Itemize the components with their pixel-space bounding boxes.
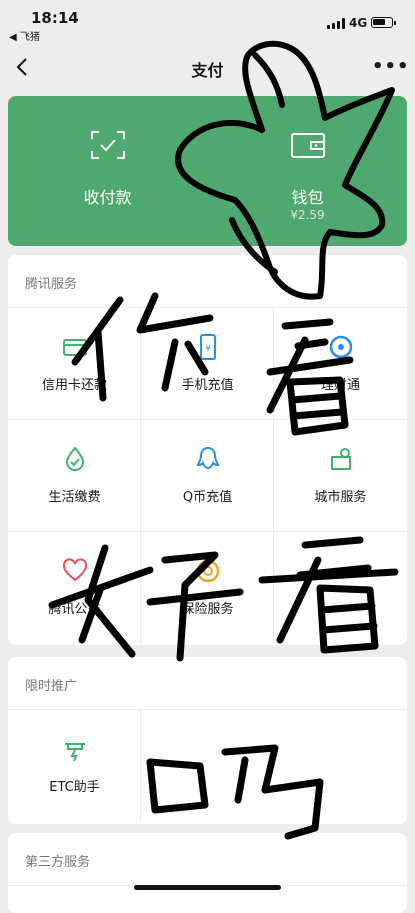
receive-pay-label: 收付款 bbox=[83, 188, 132, 207]
wallet-button[interactable]: 钱包 ¥2.59 bbox=[208, 96, 407, 246]
wallet-icon bbox=[291, 133, 325, 158]
service-charity[interactable]: 腾讯公益 bbox=[8, 532, 141, 644]
service-qq-coin[interactable]: Q币充值 bbox=[141, 420, 274, 532]
payment-card: 收付款 钱包 ¥2.59 bbox=[8, 96, 407, 246]
page-title: 支付 bbox=[191, 61, 224, 80]
charity-heart-icon bbox=[62, 558, 88, 582]
service-label: 城市服务 bbox=[314, 490, 367, 505]
back-to-app-link[interactable]: ◀ 飞猪 bbox=[9, 28, 40, 43]
nav-bar: 支付 ••• bbox=[0, 44, 415, 92]
wallet-balance: ¥2.59 bbox=[290, 208, 325, 222]
phone-recharge-icon: ¥ bbox=[200, 334, 216, 360]
service-insurance[interactable]: 保险服务 bbox=[141, 532, 274, 644]
network-type: 4G bbox=[349, 16, 368, 30]
service-label: 腾讯公益 bbox=[48, 602, 101, 617]
credit-card-icon bbox=[63, 339, 87, 356]
section-title: 限时推广 bbox=[25, 679, 78, 694]
service-credit-card[interactable]: 信用卡还款 bbox=[8, 308, 141, 420]
home-indicator bbox=[134, 885, 281, 890]
service-label: ETC助手 bbox=[49, 780, 100, 795]
battery-icon bbox=[371, 17, 396, 28]
svg-text:¥: ¥ bbox=[205, 344, 210, 353]
more-options-button[interactable]: ••• bbox=[372, 56, 409, 78]
signal-icon bbox=[327, 18, 345, 29]
insurance-icon bbox=[196, 559, 220, 583]
promotion-grid: ETC助手 bbox=[8, 709, 407, 822]
receive-pay-button[interactable]: 收付款 bbox=[8, 96, 207, 246]
section-title: 第三方服务 bbox=[25, 855, 91, 870]
service-wealth[interactable]: 理财通 bbox=[274, 308, 407, 420]
etc-icon bbox=[65, 743, 85, 762]
service-utility-bill[interactable]: 生活缴费 bbox=[8, 420, 141, 532]
service-label: 生活缴费 bbox=[48, 490, 101, 505]
wallet-label: 钱包 bbox=[291, 188, 324, 207]
empty-cell bbox=[274, 532, 407, 644]
service-label: 理财通 bbox=[320, 378, 360, 393]
utility-bill-icon bbox=[65, 446, 85, 471]
third-party-section: 第三方服务 bbox=[8, 833, 407, 913]
service-label: 手机充值 bbox=[181, 378, 234, 393]
service-label: 保险服务 bbox=[181, 602, 234, 617]
section-title: 腾讯服务 bbox=[25, 277, 78, 292]
promotion-section: 限时推广 ETC助手 bbox=[8, 657, 407, 824]
status-time: 18:14 bbox=[31, 9, 79, 27]
scan-receive-icon bbox=[91, 131, 125, 159]
empty-cell bbox=[141, 710, 407, 822]
service-phone-recharge[interactable]: ¥ 手机充值 bbox=[141, 308, 274, 420]
service-label: 信用卡还款 bbox=[41, 378, 107, 393]
service-etc[interactable]: ETC助手 bbox=[8, 710, 141, 822]
wealth-icon bbox=[329, 335, 353, 359]
status-bar: 18:14 ◀ 飞猪 4G bbox=[0, 0, 415, 44]
qq-coin-icon bbox=[196, 446, 220, 470]
service-label: Q币充值 bbox=[182, 490, 233, 505]
city-service-icon bbox=[331, 448, 351, 470]
services-grid: 信用卡还款 ¥ 手机充值 理财通 生活缴费 Q币充值 城市服务 腾讯公益 保险服 bbox=[8, 307, 407, 644]
service-city[interactable]: 城市服务 bbox=[274, 420, 407, 532]
tencent-services-section: 腾讯服务 信用卡还款 ¥ 手机充值 理财通 生活缴费 Q币充值 城市服务 腾讯公… bbox=[8, 255, 407, 645]
